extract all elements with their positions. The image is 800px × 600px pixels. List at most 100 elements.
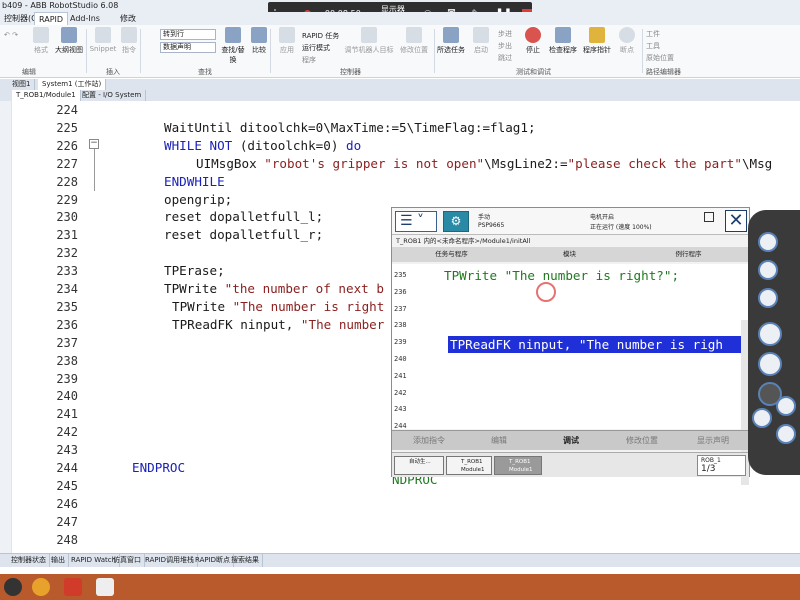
mouse-cursor-highlight [536,282,556,302]
edit-button[interactable]: 编辑 [466,431,532,451]
tab-call-stack[interactable]: RAPID调用堆栈 [142,554,199,567]
fold-toggle-icon[interactable]: − [89,139,99,149]
breakpoint-button[interactable]: 断点 [612,27,642,55]
tab-modify[interactable]: 修改 [116,12,140,25]
task-program-data[interactable]: T_ROB1 Module1 [494,456,542,475]
step-back-button[interactable] [752,408,772,428]
hw-button[interactable] [758,288,778,308]
group-separator [642,29,643,73]
program-pointer-button[interactable]: 程序指针 [580,27,614,55]
tab-simulation[interactable]: 仿真窗口 [110,554,145,567]
modules-button[interactable]: 模块 [512,249,627,260]
task-auto-window[interactable]: 自动生... [394,456,444,475]
tab-addins[interactable]: Add-Ins [66,12,104,25]
selected-code-line[interactable]: TPReadFK ninput, "The number is righ [450,337,723,352]
motor-state: 电机开启 [590,214,615,221]
code-line[interactable]: reset dopalletfull_l; [164,209,323,224]
data-decl-dropdown[interactable]: 数据声明 [160,42,216,53]
hw-button[interactable] [758,352,782,376]
hw-button[interactable] [758,322,782,346]
status-icon[interactable]: ⚙ [443,211,469,232]
line-number: 238 [56,353,78,368]
hw-button[interactable] [758,232,778,252]
goto-line-dropdown[interactable]: 转到行 [160,29,216,40]
task-program-editor[interactable]: T_ROB1 Module1 [446,456,492,475]
line-number: 240 [56,389,78,404]
step-in-button[interactable]: 步进 [498,29,512,39]
abb-menu-button[interactable]: ☰ ˅ [395,211,437,232]
code-line[interactable]: WHILE NOT (ditoolchk=0) do [164,138,361,153]
check-program-button[interactable]: 检查程序 [546,27,580,55]
tab-controller-status[interactable]: 控制器状态 [8,554,50,567]
pendant-command-bar: 添加指令 编辑 调试 修改位置 显示声明 [392,430,749,450]
tasks-icon [443,27,459,43]
tab-module1[interactable]: T_ROB1/Module1 [12,90,81,101]
modify-position-button[interactable]: 修改位置 [396,27,432,55]
undo-icon[interactable]: ↶ ↷ [4,31,18,39]
home-position-menu[interactable]: 原始位置 [646,53,674,63]
workobject-menu[interactable]: 工件 [646,29,660,39]
code-line[interactable]: TPWrite "the number of next b [164,281,384,296]
code-line[interactable]: opengrip; [164,192,232,207]
adjust-robtargets-button[interactable]: 调节机器人目标 [344,27,394,55]
pendant-code-view[interactable]: 235 TPWrite "The number is right?"; 236 TPR… [392,264,749,487]
code-line[interactable]: UIMsgBox "robot's gripper is not open"\M… [196,156,772,171]
robot-selector[interactable]: ROB_1 1/3 [697,455,746,476]
stop-execution-button[interactable]: 停止 [518,27,548,55]
binoculars-icon [225,27,241,43]
line-number: 224 [56,103,78,117]
code-line[interactable]: TPWrite "The number is right?"; [444,268,679,283]
breakpoint-icon [619,27,635,43]
modify-position-button[interactable]: 修改位置 [608,431,676,451]
selected-tasks-button[interactable]: 所选任务 [434,27,468,55]
hw-button[interactable] [758,260,778,280]
line-number: 243 [56,443,78,458]
line-number: 231 [56,228,78,243]
tab-io-config[interactable]: 配置 - I/O System [78,90,147,101]
tool-menu[interactable]: 工具 [646,41,660,51]
code-line[interactable]: TPReadFK ninput, "The number [172,317,384,332]
code-line[interactable]: TPErase; [164,263,225,278]
show-declaration-button[interactable]: 显示声明 [680,431,746,451]
group-label-edit: 编辑 [22,68,36,76]
wps-icon[interactable] [64,578,82,596]
line-number: 234 [56,282,78,296]
system-name: PSP9665 [478,222,505,229]
outline-view-button[interactable]: 大纲视图 [54,27,84,55]
rapid-task-menu[interactable]: RAPID 任务 [302,31,339,41]
skip-button[interactable]: 跳过 [498,53,512,63]
quickset-icon[interactable] [704,212,714,222]
line-number: 242 [394,388,407,397]
tab-rapid[interactable]: RAPID [34,12,69,25]
routines-button[interactable]: 例行程序 [630,249,747,260]
app-icon[interactable] [32,578,50,596]
stop-hw-button[interactable] [776,424,796,444]
add-instruction-button[interactable]: 添加指令 [396,431,462,451]
step-forward-button[interactable] [776,396,796,416]
group-label-test: 测试和调试 [516,68,551,76]
tasks-programs-button[interactable]: 任务与程序 [394,249,509,260]
debug-button[interactable]: 调试 [538,431,604,451]
close-button[interactable]: ✕ [725,210,747,232]
apply-button[interactable]: 应用 [272,27,302,55]
program-menu[interactable]: 程序 [302,55,316,65]
line-number: 237 [394,304,407,313]
ribbon: ↶ ↷ 格式 大纲视图 Snippet 指令 转到行 数据声明 查找/替换 比较… [0,25,800,78]
code-line[interactable]: ENDPROC [132,460,185,475]
tab-view1[interactable]: 视图1 [8,79,36,90]
step-out-button[interactable]: 步出 [498,41,512,51]
app-icon[interactable] [96,578,114,596]
code-line[interactable]: reset dopalletfull_r; [164,227,323,242]
run-mode-menu[interactable]: 运行模式 [302,43,330,53]
code-line[interactable]: WaitUntil ditoolchk=0\MaxTime:=5\TimeFla… [164,120,536,135]
code-line[interactable]: ENDWHILE [164,174,225,189]
start-button[interactable]: 启动 [466,27,496,55]
line-number: 229 [56,192,78,207]
editor-margin [0,101,12,553]
tab-search-results[interactable]: 搜索结果 [228,554,263,567]
tab-station[interactable]: System1 (工作站) [38,79,107,90]
code-line[interactable]: TPWrite "The number is right [172,299,384,314]
app-icon[interactable] [4,578,22,596]
tab-output[interactable]: 输出 [48,554,69,567]
format-button[interactable]: 格式 [26,27,56,55]
